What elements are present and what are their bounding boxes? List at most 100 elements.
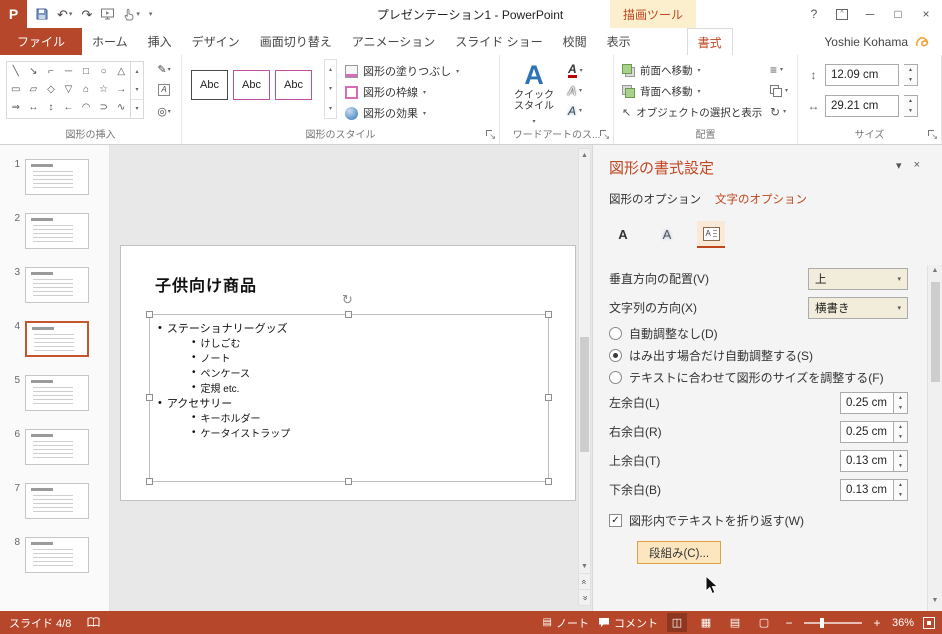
shape-icon[interactable]: ← [60,98,78,116]
fit-to-window-button[interactable] [923,616,935,629]
text-effects-tab[interactable]: A [653,221,681,248]
shape-icon[interactable]: ↔ [25,98,43,116]
ribbon-display-options-button[interactable]: ^ [828,2,856,26]
slide-indicator[interactable]: スライド 4/8 [9,615,71,631]
reading-view-button[interactable]: ▤ [725,613,745,632]
slide-thumbnail[interactable]: 1 [10,159,109,195]
shape-style-preset[interactable]: Abc [233,70,270,100]
group-objects-button[interactable]: ▾ [770,82,788,99]
pane-scroll-down-button[interactable]: ▼ [932,597,939,609]
send-backward-button[interactable]: 背面へ移動 ▾ [622,82,762,100]
close-button[interactable]: × [912,2,940,26]
spell-check-icon[interactable] [87,617,100,628]
chevron-down-icon[interactable]: ▾ [69,11,73,18]
shape-icon[interactable]: ─ [60,62,78,80]
save-button[interactable] [36,8,48,20]
merge-shapes-button[interactable]: ◎ ▾ [150,102,178,120]
text-outline-button[interactable]: A ▾ [568,83,583,98]
shape-icon[interactable]: ⇒ [7,98,25,116]
slide-canvas[interactable]: 子供向け商品 ↻ ステーショナリーグッズ けしごむ ノート ペンケース 定規 e… [120,245,576,501]
slide-thumbnail-selected[interactable]: 4 [10,321,109,357]
bottom-margin-input[interactable]: 0.13 cm [840,478,894,501]
top-margin-input[interactable]: 0.13 cm [840,449,894,472]
text-box-button[interactable]: A [150,81,178,99]
slide-thumbnail[interactable]: 7 [10,483,109,519]
spin-up-button[interactable]: ▲ [894,480,907,490]
spin-down-button[interactable]: ▼ [894,490,907,500]
text-direction-dropdown[interactable]: 横書き ▾ [808,296,908,319]
text-fill-outline-tab[interactable]: A [609,221,637,248]
shape-fill-button[interactable]: 図形の塗りつぶし ▾ [345,62,459,80]
tab-shape-options[interactable]: 図形のオプション [609,191,701,207]
shape-icon[interactable]: ∿ [112,98,130,116]
notes-button[interactable]: ▤ ノート [543,615,589,631]
spin-down-button[interactable]: ▼ [894,432,907,442]
selection-pane-button[interactable]: ↖ オブジェクトの選択と表示 [622,103,762,121]
shape-icon[interactable]: ▭ [7,80,25,98]
shape-height-input[interactable]: 12.09 cm [825,64,899,86]
textbox-layout-tab[interactable]: A [697,221,725,248]
spin-up-button[interactable]: ▲ [894,393,907,403]
rotate-button[interactable]: ↻ ▾ [770,103,788,120]
minimize-button[interactable]: ─ [856,2,884,26]
left-margin-input[interactable]: 0.25 cm [840,391,894,414]
spin-down-button[interactable]: ▼ [894,403,907,413]
shape-icon[interactable]: ↘ [25,62,43,80]
styles-more-button[interactable]: ▾ [325,99,336,118]
shape-icon[interactable]: ⌂ [77,80,95,98]
rotation-handle[interactable]: ↻ [342,292,353,308]
resize-handle[interactable] [146,311,153,318]
zoom-slider-thumb[interactable] [819,617,824,628]
scroll-down-button[interactable]: ▼ [581,560,588,573]
wrap-text-checkbox[interactable]: ✓ 図形内でテキストを折り返す(W) [609,506,908,534]
shape-style-preset[interactable]: Abc [191,70,228,100]
spin-up-button[interactable]: ▲ [894,422,907,432]
resize-handle[interactable] [146,394,153,401]
tab-home[interactable]: ホーム [82,28,138,55]
pane-options-button[interactable]: ▾ [896,159,902,172]
radio-no-autofit[interactable]: 自動調整なし(D) [609,322,908,344]
comments-button[interactable]: コメント [598,615,658,631]
styles-scroll-up-button[interactable]: ▴ [325,60,336,79]
quick-styles-button[interactable]: A クイック スタイル ▾ [507,60,561,126]
shape-icon[interactable]: ▱ [25,80,43,98]
scrollbar-track[interactable] [579,162,590,560]
contextual-tab-group-label[interactable]: 描画ツール [610,0,696,28]
tab-text-options[interactable]: 文字のオプション [715,191,807,207]
bring-forward-button[interactable]: 前面へ移動 ▾ [622,61,762,79]
zoom-level[interactable]: 36% [892,617,914,629]
resize-handle[interactable] [345,311,352,318]
spin-up-button[interactable]: ▲ [894,451,907,461]
vertical-scrollbar[interactable]: ▲ ▼ « « [578,148,591,606]
slide-thumbnail[interactable]: 6 [10,429,109,465]
shape-icon[interactable]: ◠ [77,98,95,116]
slide-thumbnail[interactable]: 2 [10,213,109,249]
previous-slide-button[interactable]: « [579,573,590,589]
shape-icon[interactable]: ▽ [60,80,78,98]
tab-review[interactable]: 校閲 [553,28,597,55]
shape-style-preset[interactable]: Abc [275,70,312,100]
resize-handle[interactable] [545,478,552,485]
slide-sorter-button[interactable]: ▦ [696,613,716,632]
account-area[interactable]: Yoshie Kohama [824,28,942,55]
zoom-slider[interactable] [803,617,862,628]
zoom-out-button[interactable]: − [783,616,795,630]
slide-thumbnail[interactable]: 3 [10,267,109,303]
width-spin-down-button[interactable]: ▼ [904,106,917,116]
resize-handle[interactable] [545,311,552,318]
align-button[interactable]: ≡ ▾ [770,61,788,78]
shape-icon[interactable]: △ [112,62,130,80]
tab-design[interactable]: デザイン [182,28,250,55]
normal-view-button[interactable]: ◫ [666,613,687,632]
scroll-up-button[interactable]: ▲ [581,149,588,162]
shape-icon[interactable]: ⌐ [42,62,60,80]
shape-icon[interactable]: → [112,80,130,98]
height-spin-down-button[interactable]: ▼ [904,75,917,85]
radio-shrink-on-overflow[interactable]: はみ出す場合だけ自動調整する(S) [609,344,908,366]
scrollbar-thumb[interactable] [580,337,589,453]
slide-thumbnail[interactable]: 5 [10,375,109,411]
styles-scroll-down-button[interactable]: ▾ [325,79,336,98]
pane-scrollbar[interactable]: ▲ ▼ [927,265,942,611]
shapes-gallery[interactable]: ╲ ↘ ⌐ ─ □ ○ △ ▭ ▱ ◇ ▽ ⌂ ☆ → ⇒ ↔ ↕ ← ◠ ⊃ … [6,61,144,119]
next-slide-button[interactable]: « [579,589,590,605]
